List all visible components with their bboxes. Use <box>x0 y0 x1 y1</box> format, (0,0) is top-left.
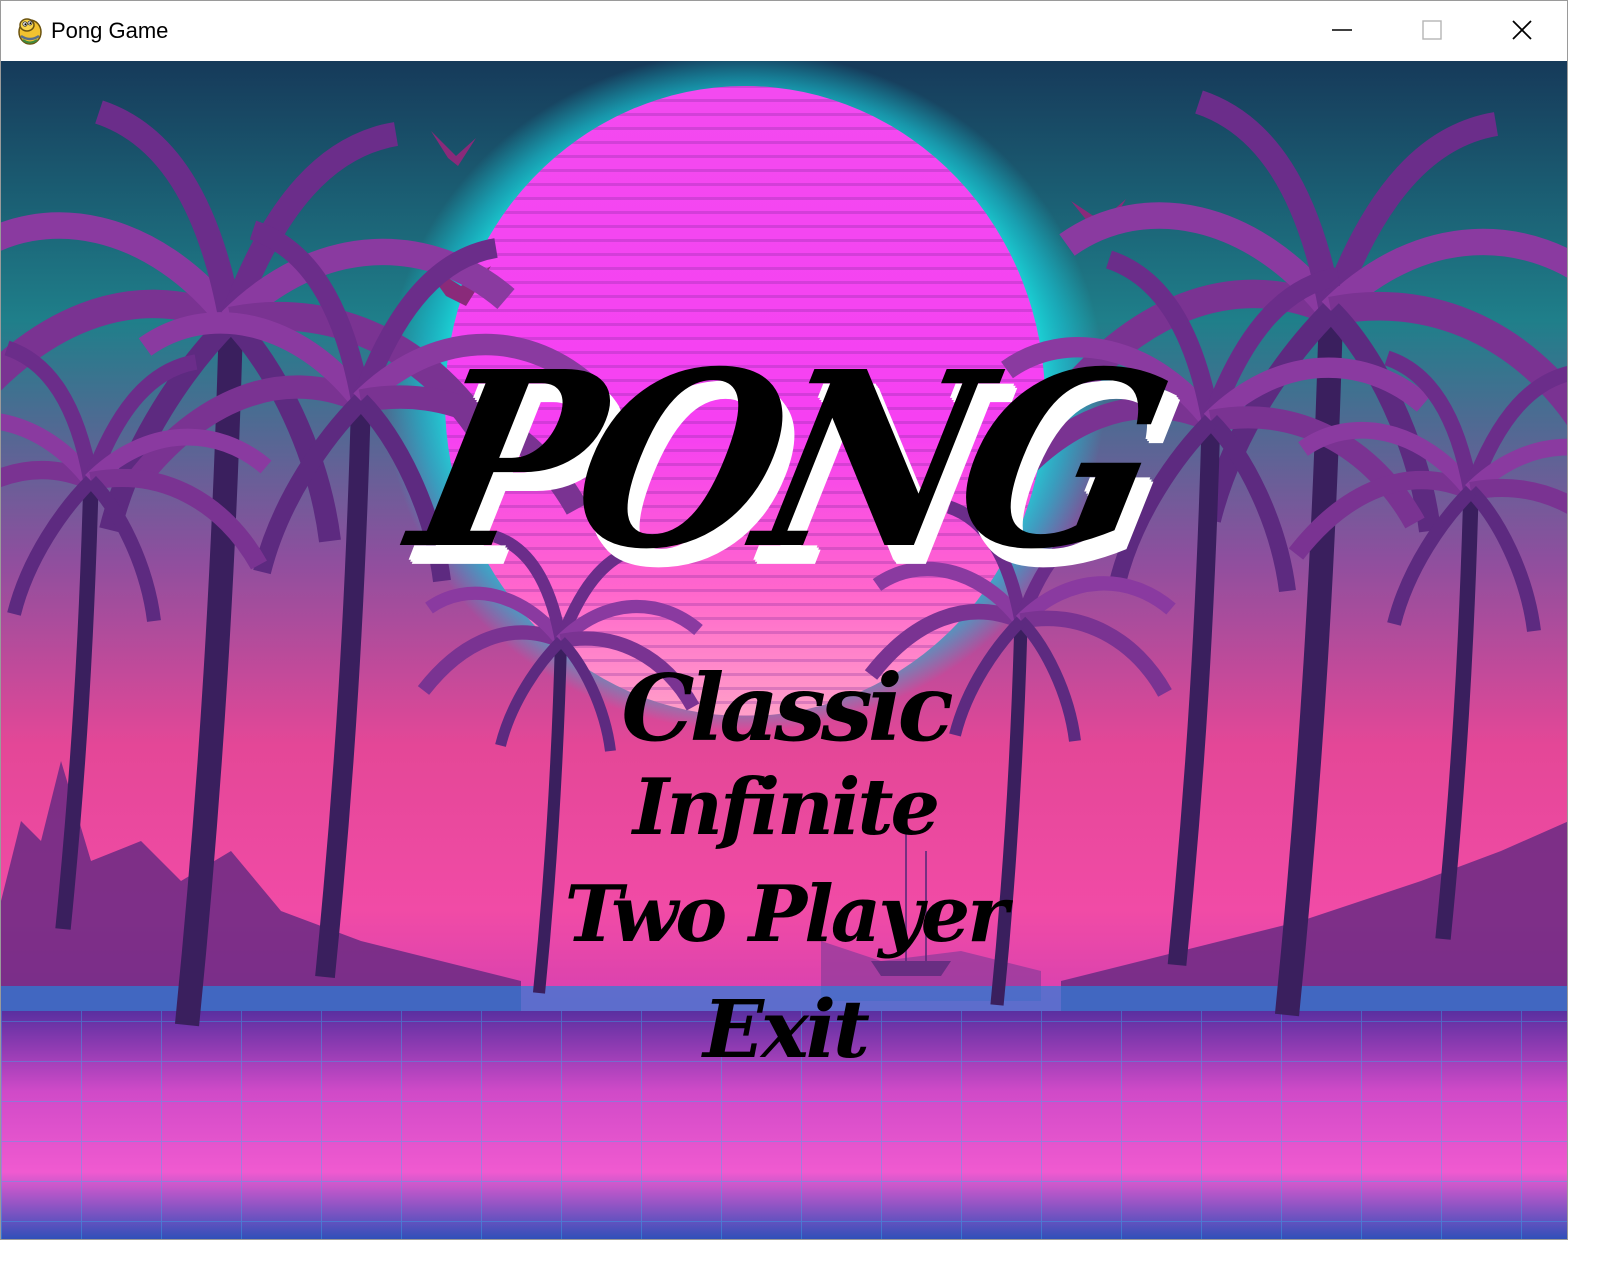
minimize-button[interactable] <box>1297 1 1387 59</box>
game-window: Pong Game PONG Classic Infinite Two Play… <box>0 0 1568 1240</box>
menu-item-two-player[interactable]: Two Player <box>1 869 1567 961</box>
main-menu: Classic Infinite Two Player Exit <box>1 61 1567 1239</box>
window-title: Pong Game <box>51 18 169 43</box>
menu-item-classic[interactable]: Classic <box>1 653 1567 763</box>
close-icon <box>1512 20 1532 40</box>
maximize-button[interactable] <box>1387 1 1477 59</box>
game-surface[interactable]: PONG Classic Infinite Two Player Exit <box>1 61 1567 1239</box>
menu-item-exit[interactable]: Exit <box>1 983 1567 1075</box>
pygame-snake-icon <box>18 18 42 45</box>
menu-item-infinite[interactable]: Infinite <box>1 763 1567 853</box>
close-button[interactable] <box>1477 1 1567 59</box>
title-bar[interactable]: Pong Game <box>1 1 1567 61</box>
maximize-icon <box>1422 20 1442 40</box>
minimize-icon <box>1332 29 1352 31</box>
